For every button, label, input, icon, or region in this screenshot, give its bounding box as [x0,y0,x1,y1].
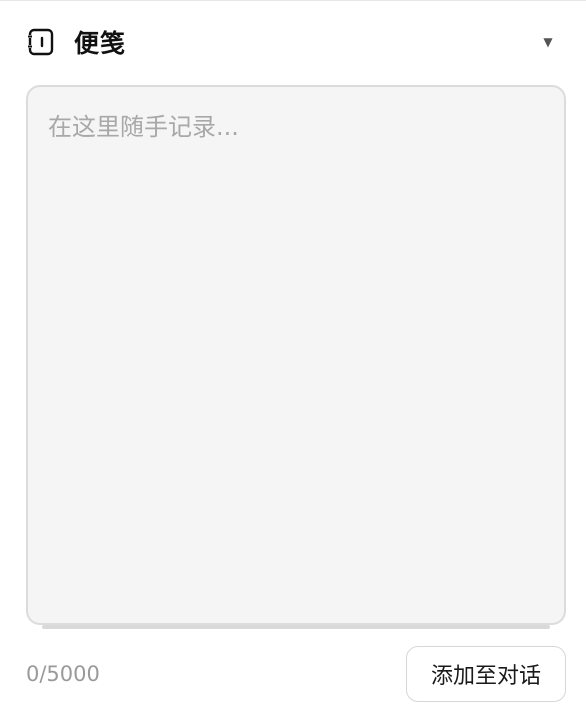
horizontal-scrollbar[interactable] [42,625,550,629]
notepad-header: 便笺 ▼ [26,22,560,62]
character-counter: 0/5000 [26,662,100,686]
panel-title: 便笺 [74,29,127,58]
note-textarea[interactable] [26,85,566,625]
top-divider [0,0,586,1]
notepad-icon [26,27,56,57]
note-editor [26,85,566,625]
caret-down-icon[interactable]: ▼ [536,30,560,54]
add-to-chat-button[interactable]: 添加至对话 [405,646,566,702]
notepad-footer: 0/5000 添加至对话 [26,646,566,702]
